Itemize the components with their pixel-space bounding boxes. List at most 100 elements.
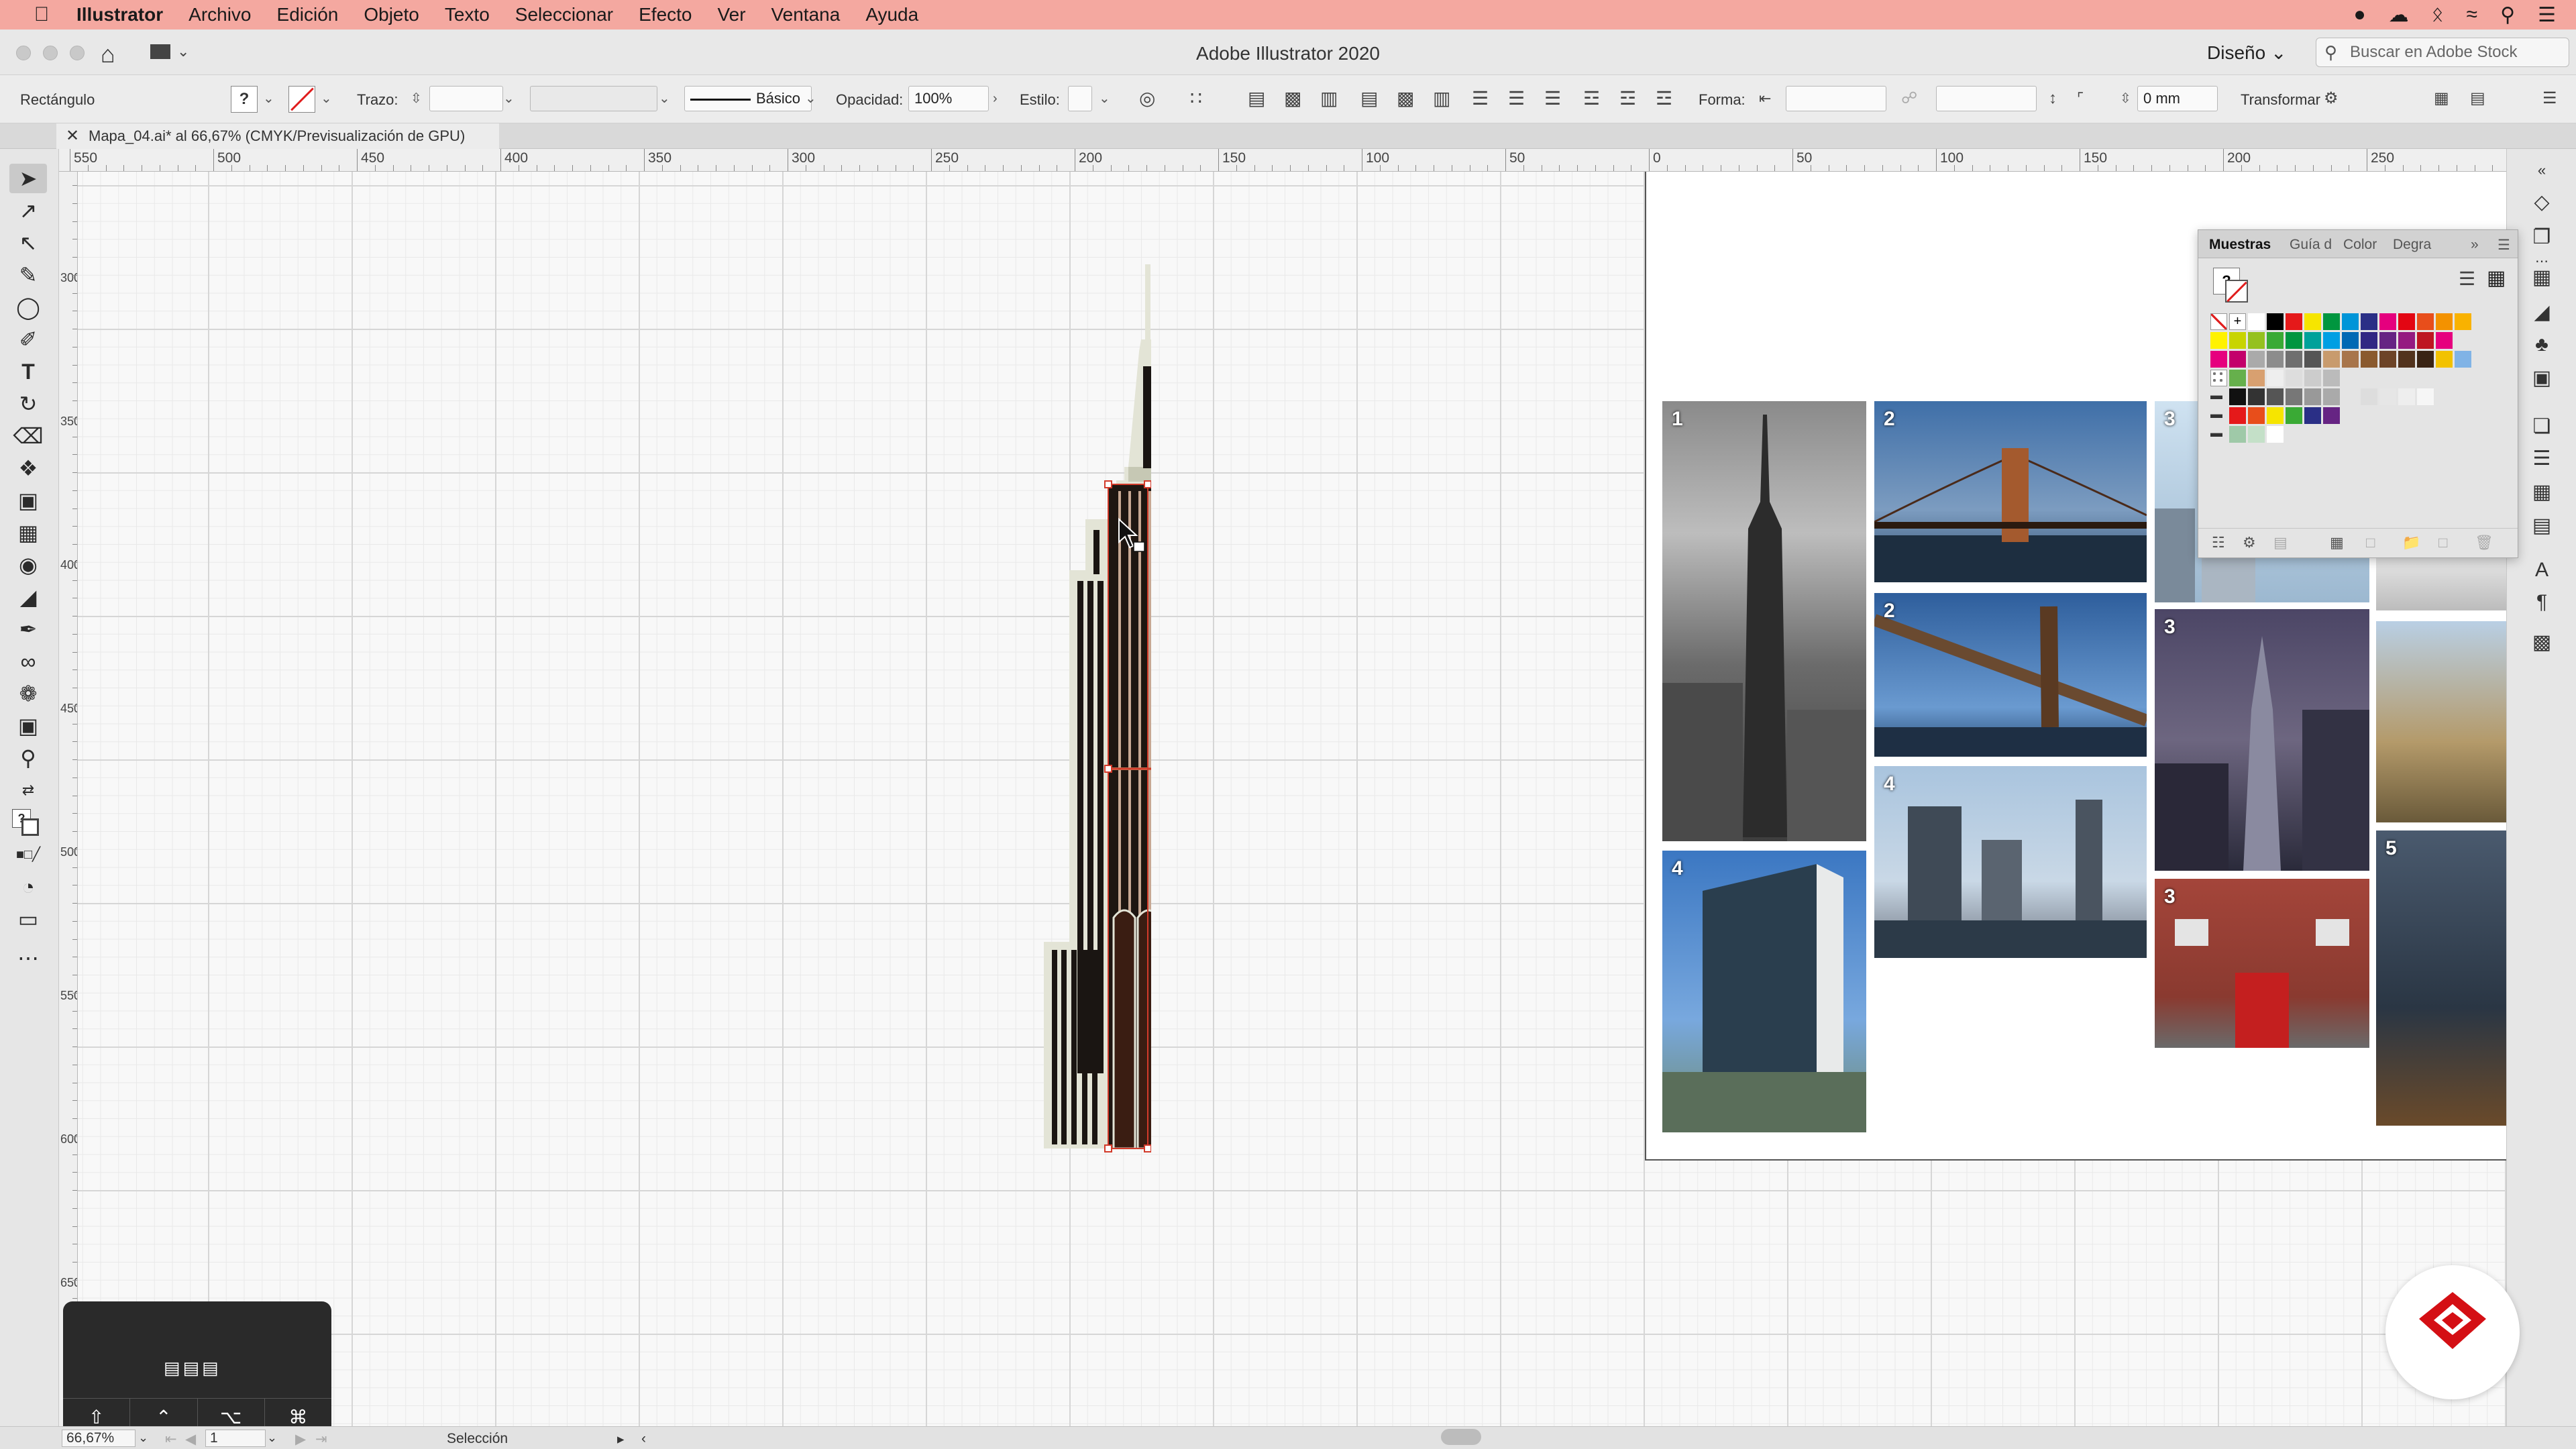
workspace-switcher[interactable]: Diseño ⌄ bbox=[2207, 42, 2286, 64]
photo-street[interactable] bbox=[2376, 557, 2506, 610]
corner-radius-input[interactable]: 0 mm bbox=[2137, 86, 2218, 111]
pathfinder-panel-icon[interactable]: ❏ bbox=[2527, 412, 2557, 441]
color-swatch[interactable] bbox=[2361, 388, 2377, 405]
swatches-stroke-indicator[interactable] bbox=[2225, 280, 2248, 303]
photo-un-secretariat[interactable]: 4 bbox=[1662, 851, 1866, 1132]
document-tab[interactable]: ✕ Mapa_04.ai* al 66,67% (CMYK/Previsuali… bbox=[56, 123, 499, 149]
lasso-tool-icon[interactable]: ❖ bbox=[9, 453, 47, 483]
menu-archivo[interactable]: Archivo bbox=[189, 4, 251, 25]
apple-icon[interactable]:  bbox=[27, 3, 56, 26]
align-left-icon[interactable]: ▤ bbox=[1248, 87, 1265, 110]
recolor-artwork-icon[interactable]: ◎ bbox=[1139, 87, 1155, 110]
photo-empire-state[interactable]: 1 bbox=[1662, 401, 1866, 841]
new-swatch-icon[interactable]: □ bbox=[2438, 534, 2447, 551]
transform-panel-icon[interactable]: ▦ bbox=[2527, 478, 2557, 507]
color-swatch[interactable] bbox=[2248, 426, 2265, 443]
color-swatch[interactable] bbox=[2286, 351, 2302, 368]
color-swatch[interactable] bbox=[2417, 332, 2434, 349]
color-swatch[interactable] bbox=[2304, 313, 2321, 330]
spotlight-search-icon[interactable]: ⚲ bbox=[2500, 3, 2515, 27]
gradient-panel-icon[interactable]: ▣ bbox=[2527, 364, 2557, 393]
stroke-stepper-icon[interactable]: ⇳ bbox=[411, 86, 422, 111]
color-swatch[interactable] bbox=[2342, 313, 2359, 330]
color-swatch[interactable] bbox=[2398, 313, 2415, 330]
opacity-input[interactable]: 100% bbox=[908, 86, 989, 111]
menu-texto[interactable]: Texto bbox=[445, 4, 490, 25]
shape-width-input[interactable] bbox=[1786, 86, 1886, 111]
profile-chevron-icon[interactable]: ⌄ bbox=[659, 86, 670, 111]
color-swatch[interactable] bbox=[2436, 332, 2453, 349]
color-swatch[interactable] bbox=[2267, 370, 2284, 386]
color-swatch[interactable] bbox=[2267, 407, 2284, 424]
color-swatch[interactable] bbox=[2361, 351, 2377, 368]
color-swatch[interactable] bbox=[2398, 351, 2415, 368]
menu-objeto[interactable]: Objeto bbox=[364, 4, 419, 25]
stroke-weight-chevron-icon[interactable]: ⌄ bbox=[503, 86, 515, 111]
photo-brooklyn-bridge-below[interactable]: 2 bbox=[1874, 593, 2147, 757]
control-center-icon[interactable]: ☰ bbox=[2538, 3, 2556, 27]
collapse-dock-icon[interactable]: « bbox=[2527, 156, 2557, 185]
color-swatch[interactable] bbox=[2286, 407, 2302, 424]
photo-brooklyn-bridge-sunset[interactable]: 2 bbox=[1874, 401, 2147, 582]
layers-panel-icon[interactable]: ◇ bbox=[2527, 188, 2557, 217]
artboard-chevron-icon[interactable]: ⌄ bbox=[267, 1431, 277, 1445]
previous-artboard-icon[interactable]: ◀ bbox=[185, 1431, 196, 1448]
color-swatch[interactable] bbox=[2342, 351, 2359, 368]
menu-app[interactable]: Illustrator bbox=[76, 4, 163, 25]
color-mode-buttons-icon[interactable]: ■□╱ bbox=[9, 840, 47, 869]
status-menu-arrow-icon[interactable]: ▸ bbox=[617, 1431, 625, 1448]
color-swatch[interactable] bbox=[2286, 313, 2302, 330]
mesh-tool-icon[interactable]: ▦ bbox=[9, 518, 47, 547]
bluetooth-icon[interactable]: ᛟ bbox=[2432, 3, 2444, 26]
color-swatch[interactable] bbox=[2436, 351, 2453, 368]
distribute-right-icon[interactable]: ☲ bbox=[1656, 87, 1672, 110]
color-swatch[interactable] bbox=[2323, 332, 2340, 349]
photo-glass-skyscraper[interactable]: 5 bbox=[2376, 830, 2506, 1126]
color-swatch[interactable] bbox=[2267, 351, 2284, 368]
expand-panel-icon[interactable]: » bbox=[2471, 237, 2479, 253]
color-swatch[interactable] bbox=[2436, 313, 2453, 330]
align-center-v-icon[interactable]: ▩ bbox=[1397, 87, 1414, 110]
record-icon[interactable]: ● bbox=[2354, 3, 2366, 26]
color-swatch[interactable] bbox=[2267, 426, 2284, 443]
zoom-level-input[interactable]: 66,67% bbox=[62, 1430, 136, 1447]
ellipse-tool-icon[interactable]: ◯ bbox=[9, 292, 47, 322]
color-swatch[interactable] bbox=[2229, 426, 2246, 443]
photo-united-nations-skyline[interactable]: 4 bbox=[1874, 766, 2147, 958]
zoom-chevron-icon[interactable]: ⌄ bbox=[138, 1431, 148, 1445]
color-swatch[interactable] bbox=[2286, 332, 2302, 349]
color-swatch[interactable] bbox=[2229, 388, 2246, 405]
gradient-tool-icon[interactable]: ▣ bbox=[9, 486, 47, 515]
tab-degradado[interactable]: Degra bbox=[2393, 237, 2431, 253]
brush-definition-select[interactable]: Básico bbox=[684, 86, 812, 111]
delete-swatch-icon[interactable]: 🗑 bbox=[2475, 534, 2493, 551]
color-swatch[interactable] bbox=[2323, 370, 2340, 386]
color-swatch[interactable] bbox=[2455, 351, 2471, 368]
swap-fill-stroke-icon[interactable]: ⇄ bbox=[9, 775, 47, 805]
graphic-style-swatch[interactable] bbox=[1068, 86, 1092, 111]
color-swatch[interactable] bbox=[2210, 332, 2227, 349]
color-swatch[interactable] bbox=[2417, 388, 2434, 405]
corner-stepper-icon[interactable]: ⇳ bbox=[2120, 86, 2131, 111]
fill-swatch[interactable]: ? bbox=[231, 86, 258, 113]
tab-color[interactable]: Color bbox=[2343, 237, 2377, 253]
constrain-proportions-icon[interactable]: ☍ bbox=[1901, 87, 1917, 110]
color-swatch[interactable] bbox=[2323, 351, 2340, 368]
tab-guia-color[interactable]: Guía d bbox=[2290, 237, 2332, 253]
color-swatch[interactable] bbox=[2361, 332, 2377, 349]
color-swatch[interactable] bbox=[2267, 388, 2284, 405]
draw-mode-icon[interactable]: ◔ bbox=[9, 872, 47, 902]
color-swatch[interactable] bbox=[2248, 351, 2265, 368]
color-swatch[interactable] bbox=[2342, 332, 2359, 349]
color-swatch[interactable] bbox=[2267, 332, 2284, 349]
blend-tool-icon[interactable]: ∞ bbox=[9, 647, 47, 676]
color-swatch[interactable] bbox=[2210, 351, 2227, 368]
direct-selection-tool-icon[interactable]: ↗ bbox=[9, 196, 47, 225]
color-swatch[interactable] bbox=[2455, 313, 2471, 330]
photo-dakota-building[interactable] bbox=[2376, 621, 2506, 822]
menu-ver[interactable]: Ver bbox=[718, 4, 746, 25]
swatch-options-icon[interactable]: ▤ bbox=[2273, 534, 2288, 551]
opacity-expand-icon[interactable]: › bbox=[993, 86, 998, 111]
scroll-left-icon[interactable]: ‹ bbox=[641, 1431, 646, 1447]
align-to-icon[interactable]: ∷ bbox=[1190, 87, 1202, 110]
